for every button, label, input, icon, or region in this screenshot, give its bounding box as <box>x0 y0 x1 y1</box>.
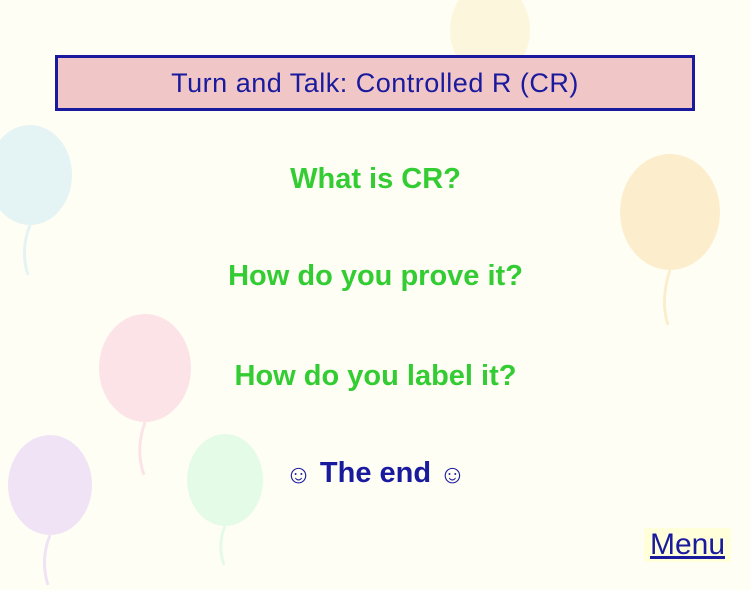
question-3: How do you label it? <box>0 360 751 393</box>
menu-link[interactable]: Menu <box>644 528 731 562</box>
slide-title: Turn and Talk: Controlled R (CR) <box>171 68 579 99</box>
end-line: ☺ The end ☺ <box>0 457 751 490</box>
question-1: What is CR? <box>0 163 751 196</box>
question-2: How do you prove it? <box>0 260 751 293</box>
smiley-icon: ☺ <box>439 459 466 490</box>
smiley-icon: ☺ <box>285 459 312 490</box>
end-text: The end <box>312 457 439 489</box>
title-box: Turn and Talk: Controlled R (CR) <box>55 55 695 111</box>
